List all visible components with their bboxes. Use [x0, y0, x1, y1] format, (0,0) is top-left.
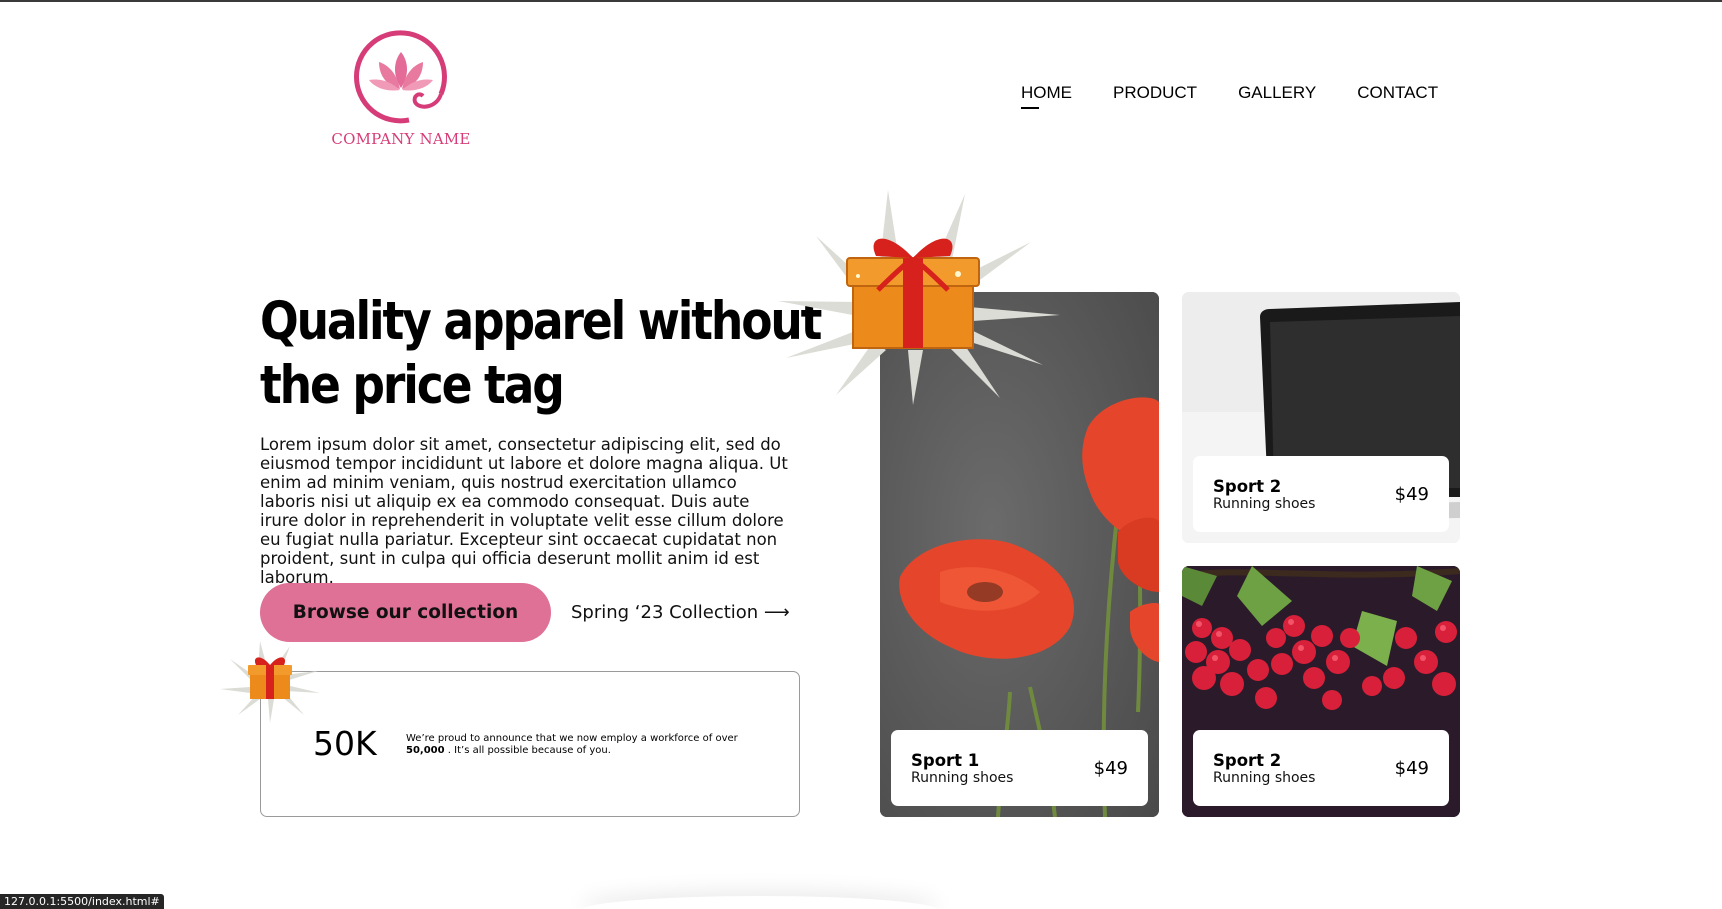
- product-price: $49: [1093, 758, 1128, 779]
- product-card-1-label: Sport 1 Running shoes $49: [891, 730, 1148, 806]
- product-name: Sport 2: [1213, 477, 1282, 496]
- browse-collection-button[interactable]: Browse our collection: [260, 583, 551, 642]
- company-logo[interactable]: COMPANY NAME: [325, 30, 477, 158]
- stats-text-before: We’re proud to announce that we now empl…: [406, 733, 738, 744]
- hero-title-line-1: Quality apparel without: [260, 291, 822, 352]
- main-nav: HOME PRODUCT GALLERY CONTACT: [1021, 83, 1438, 109]
- window-top-border: [0, 0, 1722, 2]
- product-name: Sport 2: [1213, 751, 1282, 770]
- gift-burst-icon: [778, 190, 1060, 405]
- product-subtitle: Running shoes: [911, 770, 1014, 786]
- stats-text-bold: 50,000: [406, 745, 445, 756]
- stats-description: We’re proud to announce that we now empl…: [406, 733, 766, 757]
- bottom-shadow-decoration: [580, 896, 940, 909]
- small-gift-burst-icon: [220, 641, 320, 723]
- lotus-icon: [354, 30, 447, 124]
- stats-number: 50K: [313, 724, 377, 763]
- product-price: $49: [1394, 758, 1429, 779]
- product-subtitle: Running shoes: [1213, 496, 1316, 512]
- hero-title-line-2: the price tag: [260, 355, 565, 416]
- product-name: Sport 1: [911, 751, 980, 770]
- product-card-2-label: Sport 2 Running shoes $49: [1193, 456, 1449, 532]
- nav-home[interactable]: HOME: [1021, 83, 1072, 109]
- hero-title: Quality apparel without the price tag: [260, 290, 822, 418]
- product-price: $49: [1394, 484, 1429, 505]
- nav-product[interactable]: PRODUCT: [1113, 83, 1197, 103]
- nav-gallery[interactable]: GALLERY: [1238, 83, 1316, 103]
- stats-card: 50K We’re proud to announce that we now …: [260, 671, 800, 817]
- stats-text-after: . It’s all possible because of you.: [447, 745, 611, 756]
- hero-description: Lorem ipsum dolor sit amet, consectetur …: [260, 435, 788, 587]
- spring-collection-link[interactable]: Spring ‘23 Collection ⟶: [571, 602, 790, 623]
- nav-contact[interactable]: CONTACT: [1357, 83, 1438, 103]
- status-bar-url: 127.0.0.1:5500/index.html#: [0, 894, 164, 909]
- company-name: COMPANY NAME: [331, 130, 471, 148]
- product-card-3[interactable]: Sport 2 Running shoes $49: [1182, 566, 1460, 817]
- product-card-3-label: Sport 2 Running shoes $49: [1193, 730, 1449, 806]
- product-card-2[interactable]: Sport 2 Running shoes $49: [1182, 292, 1460, 543]
- product-subtitle: Running shoes: [1213, 770, 1316, 786]
